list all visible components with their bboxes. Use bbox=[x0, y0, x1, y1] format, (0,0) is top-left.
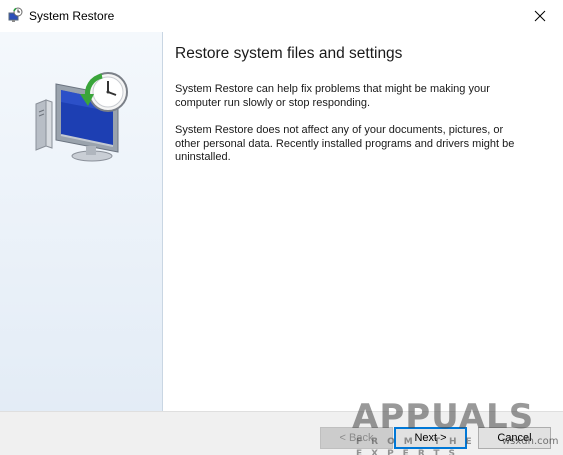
footer-bar: < Back Next > Cancel bbox=[0, 411, 563, 455]
watermark-brand-text: wsxdn.com bbox=[502, 436, 559, 447]
computer-restore-clock-icon bbox=[35, 72, 128, 162]
data-safety-paragraph: System Restore does not affect any of yo… bbox=[175, 124, 515, 163]
title-bar[interactable]: System Restore bbox=[0, 0, 563, 32]
side-panel bbox=[0, 32, 163, 411]
window-title: System Restore bbox=[29, 9, 115, 23]
next-button[interactable]: Next > bbox=[394, 427, 467, 449]
page-title: Restore system files and settings bbox=[175, 45, 403, 62]
system-restore-window: System Restore Restore system files and … bbox=[0, 0, 563, 455]
content-area: Restore system files and settings System… bbox=[175, 32, 545, 165]
system-restore-icon bbox=[8, 7, 23, 22]
description-paragraph: System Restore can help fix problems tha… bbox=[175, 83, 490, 109]
close-icon bbox=[534, 10, 546, 22]
close-button[interactable] bbox=[517, 0, 563, 32]
back-button[interactable]: < Back bbox=[320, 427, 393, 449]
